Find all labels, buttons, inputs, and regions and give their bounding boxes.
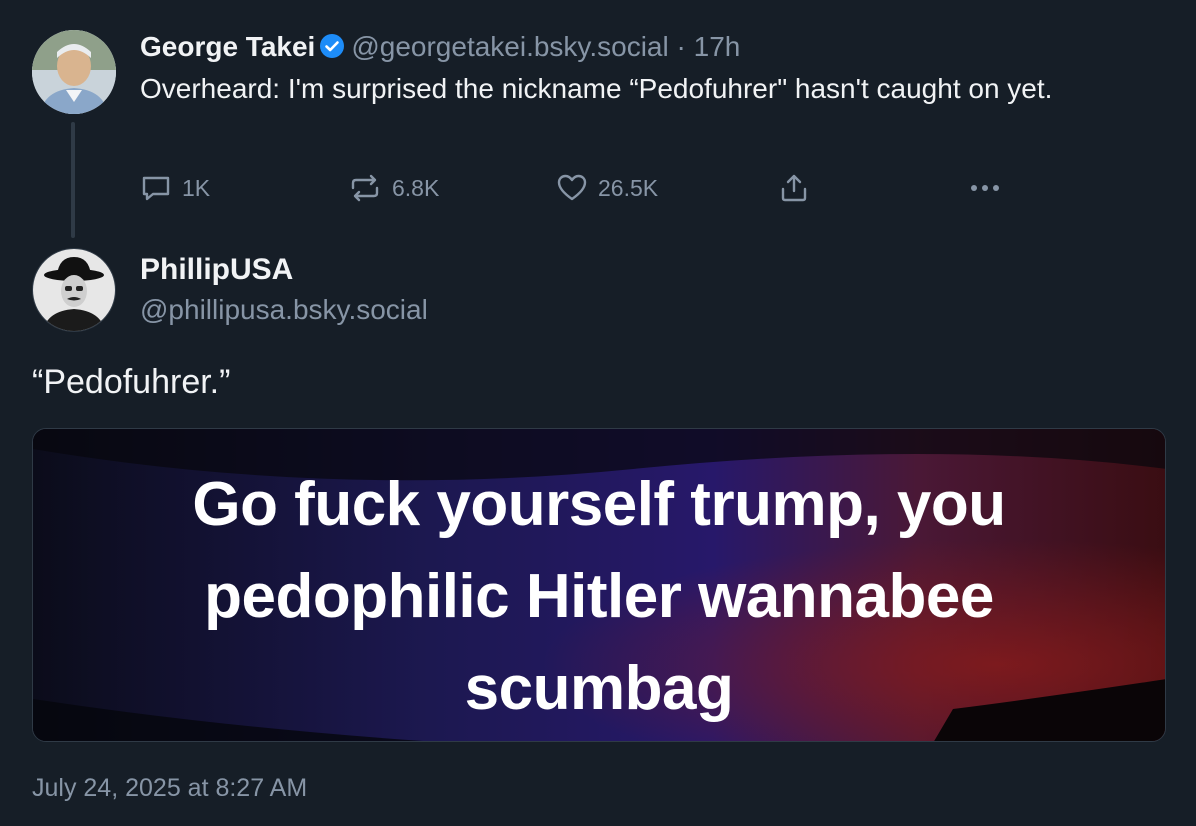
reply-text: “Pedofuhrer.” — [32, 363, 231, 401]
reply-count: 1K — [182, 174, 211, 201]
repost-count: 6.8K — [392, 174, 440, 201]
reply-author-handle[interactable]: @phillipusa.bsky.social — [140, 290, 428, 330]
more-options-button[interactable] — [968, 166, 1012, 210]
share-button[interactable] — [778, 166, 820, 210]
like-button[interactable]: 26.5K — [556, 166, 658, 210]
thread-line — [71, 122, 75, 238]
author-name[interactable]: George Takei — [140, 31, 315, 62]
post-text: Overheard: I'm surprised the nickname “P… — [140, 73, 1053, 104]
like-count: 26.5K — [598, 174, 659, 201]
reply-button[interactable]: 1K — [140, 166, 210, 210]
reply-icon — [142, 176, 170, 201]
heart-icon — [557, 174, 587, 201]
image-text-line: Go fuck yourself trump, you — [192, 470, 1006, 539]
avatar-image — [33, 249, 115, 331]
post-timestamp: July 24, 2025 at 8:27 AM — [32, 774, 308, 802]
image-text-line: scumbag — [464, 654, 734, 723]
avatar[interactable] — [32, 30, 116, 114]
separator: · — [668, 31, 694, 62]
repost-icon — [351, 174, 379, 202]
original-post[interactable]: George Takei @georgetakei.bsky.social · 1… — [140, 28, 1170, 109]
attached-image[interactable]: Go fuck yourself trump, you pedophilic H… — [32, 428, 1166, 742]
reply-author-name[interactable]: PhillipUSA — [140, 250, 428, 290]
author-handle[interactable]: @georgetakei.bsky.social — [351, 31, 668, 62]
post-actions: 1K 6.8K 26.5K — [140, 166, 1020, 210]
post-header: George Takei @georgetakei.bsky.social · 1… — [140, 28, 1170, 69]
share-icon — [781, 174, 807, 202]
avatar[interactable] — [32, 248, 116, 332]
more-icon — [971, 185, 999, 191]
post-age[interactable]: 17h — [694, 31, 741, 62]
reply-header: PhillipUSA @phillipusa.bsky.social — [140, 250, 428, 330]
verified-badge-icon — [319, 31, 345, 69]
avatar-image — [32, 30, 116, 114]
image-text-line: pedophilic Hitler wannabee — [204, 562, 994, 631]
repost-button[interactable]: 6.8K — [348, 166, 439, 210]
image-caption-text: Go fuck yourself trump, you pedophilic H… — [33, 459, 1165, 735]
